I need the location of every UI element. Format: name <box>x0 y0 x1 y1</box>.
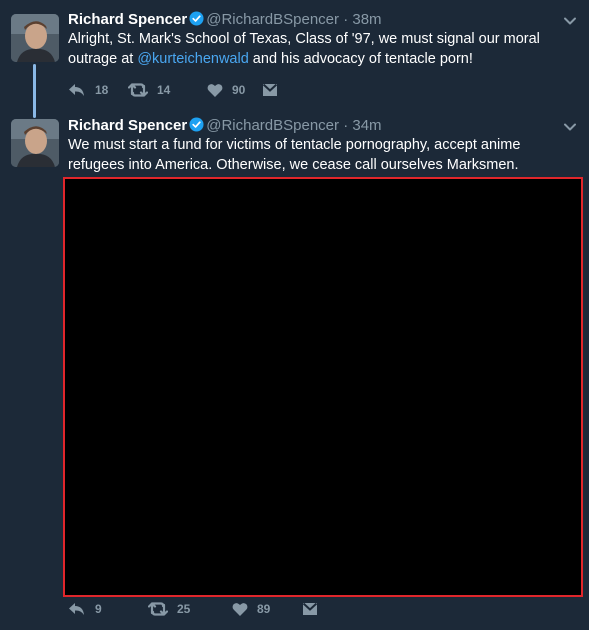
timestamp[interactable]: 38m <box>352 11 381 28</box>
tweet-header: Richard Spencer @RichardBSpencer · 34m <box>68 116 382 136</box>
reply-count: 9 <box>95 602 102 616</box>
reply-icon <box>68 601 86 617</box>
heart-icon <box>207 83 223 98</box>
like-button[interactable]: 89 <box>232 602 302 617</box>
message-button[interactable] <box>262 83 278 97</box>
author-name[interactable]: Richard Spencer <box>68 117 187 134</box>
tweet[interactable]: Richard Spencer @RichardBSpencer · 34m We… <box>0 110 589 630</box>
mention-link[interactable]: @kurteichenwald <box>137 51 248 67</box>
author-name[interactable]: Richard Spencer <box>68 11 187 28</box>
heart-icon <box>232 602 248 617</box>
retweet-button[interactable]: 25 <box>148 601 232 617</box>
media-image[interactable] <box>63 177 583 597</box>
retweet-count: 14 <box>157 83 171 97</box>
message-button[interactable] <box>302 602 318 616</box>
retweet-icon <box>128 82 148 98</box>
tweet-text: We must start a fund for victims of tent… <box>68 137 521 173</box>
avatar[interactable] <box>11 14 59 62</box>
message-icon <box>302 602 318 616</box>
separator-dot: · <box>343 117 349 134</box>
message-icon <box>262 83 278 97</box>
separator-dot: · <box>343 11 349 28</box>
reply-button[interactable]: 18 <box>68 82 128 98</box>
tweet-header: Richard Spencer @RichardBSpencer · 38m <box>68 10 382 30</box>
tweet-text: Alright, St. Mark's School of Texas, Cla… <box>68 29 568 69</box>
reply-button[interactable]: 9 <box>68 601 148 617</box>
avatar[interactable] <box>11 119 59 167</box>
tweet-text-part: and his advocacy of tentacle porn! <box>248 51 473 67</box>
author-handle[interactable]: @RichardBSpencer <box>206 117 339 134</box>
tweet-actions: 18 14 90 <box>68 80 278 100</box>
retweet-icon <box>148 601 168 617</box>
like-button[interactable]: 90 <box>207 83 262 98</box>
tweet-actions: 9 25 89 <box>68 599 318 619</box>
tweet[interactable]: Richard Spencer @RichardBSpencer · 38m Al… <box>0 0 589 118</box>
author-handle[interactable]: @RichardBSpencer <box>206 11 339 28</box>
timestamp[interactable]: 34m <box>352 117 381 134</box>
chevron-down-icon[interactable] <box>561 118 579 136</box>
like-count: 90 <box>232 83 246 97</box>
retweet-button[interactable]: 14 <box>128 82 207 98</box>
chevron-down-icon[interactable] <box>561 12 579 30</box>
like-count: 89 <box>257 602 271 616</box>
reply-icon <box>68 82 86 98</box>
retweet-count: 25 <box>177 602 191 616</box>
reply-count: 18 <box>95 83 109 97</box>
